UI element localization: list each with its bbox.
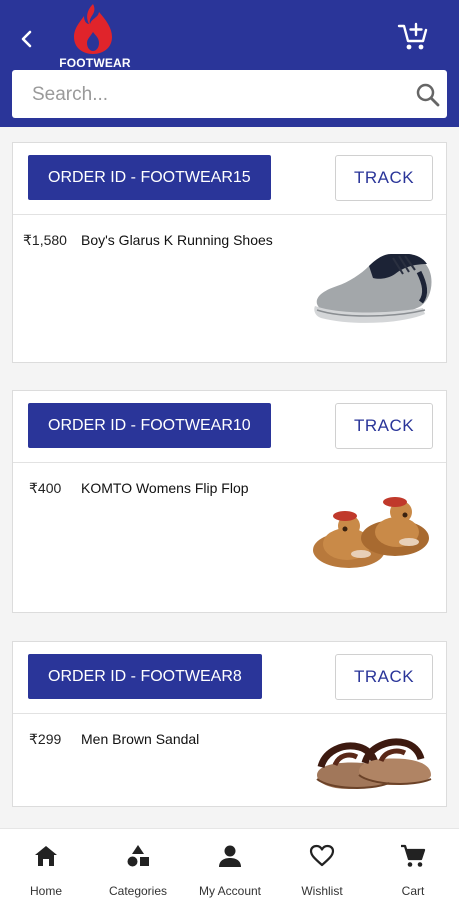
- nav-label: My Account: [198, 884, 262, 898]
- search-bar[interactable]: Search...: [12, 70, 447, 118]
- nav-label: Cart: [401, 884, 425, 898]
- cart-icon: [401, 844, 426, 867]
- nav-cart[interactable]: Cart: [367, 829, 459, 900]
- order-card: ORDER ID - FOOTWEAR8 TRACK ₹299 Men Brow…: [12, 641, 447, 807]
- brand-logo: FOOTWEAR: [52, 2, 136, 70]
- order-item[interactable]: ₹299 Men Brown Sandal: [13, 715, 446, 807]
- home-icon: [35, 846, 57, 866]
- order-card-header: ORDER ID - FOOTWEAR8 TRACK: [13, 642, 446, 714]
- nav-wishlist[interactable]: Wishlist: [276, 829, 368, 900]
- order-id-badge[interactable]: ORDER ID - FOOTWEAR15: [28, 155, 271, 200]
- nav-categories[interactable]: Categories: [92, 829, 184, 900]
- add-shopping-cart-icon: [397, 22, 428, 50]
- order-item[interactable]: ₹1,580 Boy's Glarus K Running Shoes: [13, 216, 446, 363]
- arrow-back-icon: [21, 30, 32, 48]
- product-price: ₹400: [29, 480, 62, 496]
- order-card-header: ORDER ID - FOOTWEAR10 TRACK: [13, 391, 446, 463]
- order-id-badge[interactable]: ORDER ID - FOOTWEAR10: [28, 403, 271, 448]
- nav-my-account[interactable]: My Account: [184, 829, 276, 900]
- order-id-badge[interactable]: ORDER ID - FOOTWEAR8: [28, 654, 262, 699]
- search-input[interactable]: Search...: [32, 84, 108, 106]
- flip-flop-image: [313, 497, 429, 568]
- product-name: Men Brown Sandal: [81, 731, 200, 747]
- account-icon: [219, 845, 241, 867]
- nav-label: Wishlist: [301, 884, 343, 898]
- order-card: ORDER ID - FOOTWEAR10 TRACK ₹400 KOMTO W…: [12, 390, 447, 613]
- order-item[interactable]: ₹400 KOMTO Womens Flip Flop: [13, 464, 446, 613]
- track-button[interactable]: TRACK: [335, 155, 433, 201]
- search-icon[interactable]: [415, 82, 441, 108]
- product-name: KOMTO Womens Flip Flop: [81, 480, 249, 496]
- nav-label: Categories: [108, 884, 168, 898]
- app-bar: FOOTWEAR Search...: [0, 0, 459, 127]
- categories-icon: [127, 845, 149, 867]
- sandal-image: [316, 738, 432, 789]
- back-button[interactable]: [14, 26, 40, 52]
- product-price: ₹299: [29, 731, 62, 747]
- order-card-header: ORDER ID - FOOTWEAR15 TRACK: [13, 143, 446, 215]
- order-card: ORDER ID - FOOTWEAR15 TRACK ₹1,580 Boy's…: [12, 142, 447, 363]
- bottom-navigation: Home Categories My Account Wishlist Cart: [0, 828, 459, 900]
- add-to-cart-button[interactable]: [397, 22, 429, 52]
- nav-label: Home: [29, 884, 62, 898]
- product-name: Boy's Glarus K Running Shoes: [81, 232, 273, 248]
- heart-icon: [309, 844, 335, 867]
- product-price: ₹1,580: [23, 232, 67, 248]
- running-shoe-image: [314, 254, 432, 323]
- flame-logo-icon: [74, 4, 112, 54]
- logo-text: FOOTWEAR: [59, 56, 131, 70]
- nav-home[interactable]: Home: [0, 829, 92, 900]
- track-button[interactable]: TRACK: [335, 654, 433, 700]
- track-button[interactable]: TRACK: [335, 403, 433, 449]
